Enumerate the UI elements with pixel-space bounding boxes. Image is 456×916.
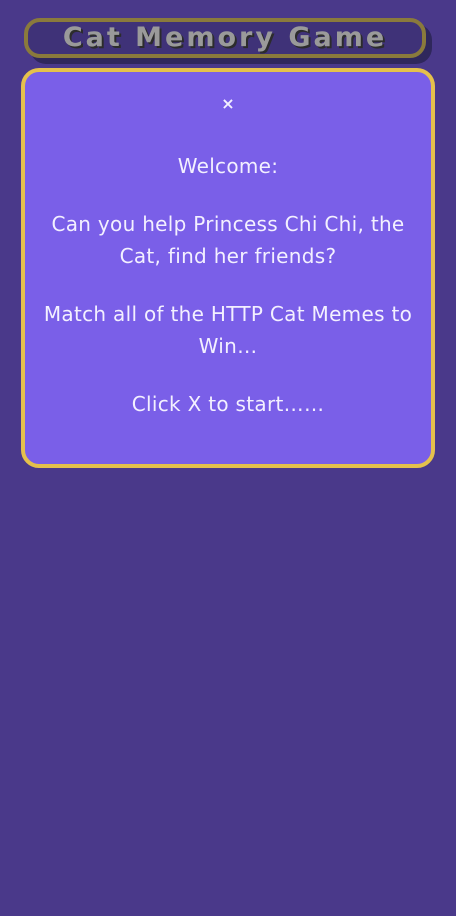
game-title: Cat Memory Game bbox=[62, 21, 388, 53]
welcome-modal: × Welcome: Can you help Princess Chi Chi… bbox=[21, 68, 435, 468]
modal-content: Welcome: Can you help Princess Chi Chi, … bbox=[43, 150, 413, 446]
start-instruction: Click X to start…… bbox=[131, 392, 325, 416]
goal-text: Match all of the HTTP Cat Memes to Win… bbox=[43, 302, 413, 358]
intro-text: Can you help Princess Chi Chi, the Cat, … bbox=[51, 212, 405, 268]
game-title-bar: Cat Memory Game bbox=[24, 18, 426, 58]
welcome-heading: Welcome: bbox=[177, 154, 279, 178]
close-icon[interactable]: × bbox=[25, 94, 431, 113]
